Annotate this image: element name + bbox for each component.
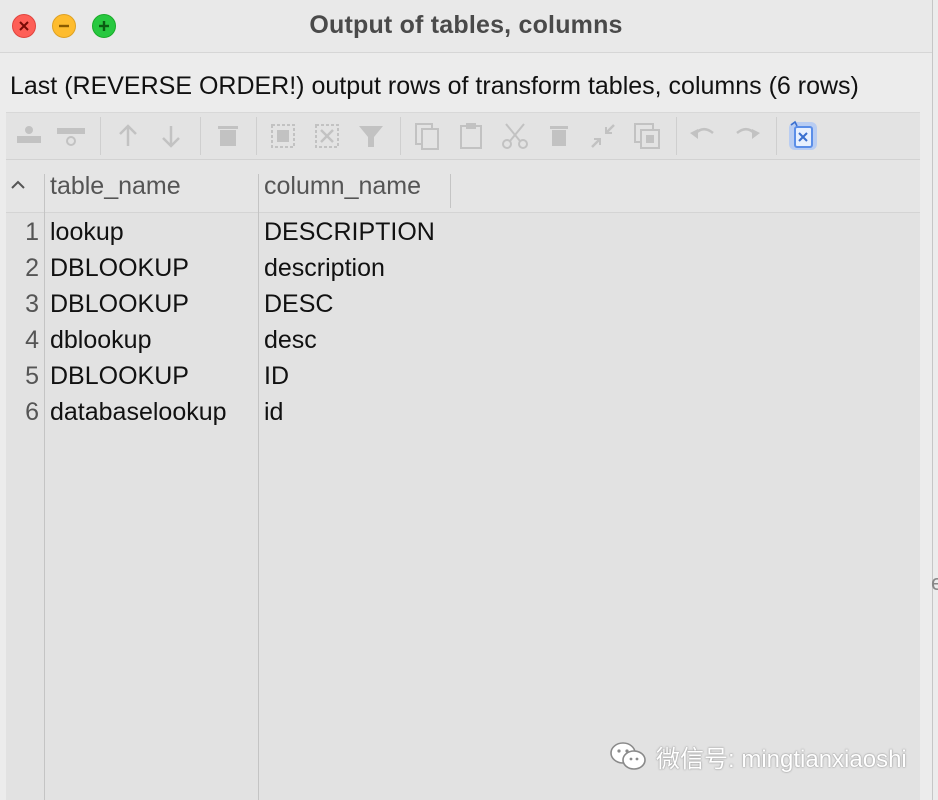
toolbar-separator <box>200 117 201 155</box>
background-window-glyph: e <box>931 570 938 595</box>
toolbar-separator <box>100 117 101 155</box>
delete-icon[interactable] <box>542 119 576 153</box>
shrink-icon[interactable] <box>586 119 620 153</box>
cell-table-name[interactable]: databaselookup <box>50 398 227 427</box>
sort-ascending-icon[interactable] <box>10 178 26 190</box>
filter-icon[interactable] <box>354 119 388 153</box>
toolbar-separator <box>676 117 677 155</box>
select-all-icon[interactable] <box>266 119 300 153</box>
table-row[interactable]: 3 DBLOOKUP DESC <box>6 286 920 322</box>
clear-selection-icon[interactable] <box>310 119 344 153</box>
undo-icon[interactable] <box>686 119 720 153</box>
cell-table-name[interactable]: DBLOOKUP <box>50 362 189 391</box>
toolbar-separator <box>776 117 777 155</box>
copy-icon[interactable] <box>410 119 444 153</box>
table-row[interactable]: 5 DBLOOKUP ID <box>6 358 920 394</box>
row-number: 5 <box>25 362 39 390</box>
table-row[interactable]: 6 databaselookup id <box>6 394 920 430</box>
cell-column-name[interactable]: DESCRIPTION <box>264 218 435 247</box>
results-table[interactable]: table_name column_name 1 lookup DESCRIPT… <box>6 160 920 800</box>
window-title: Output of tables, columns <box>309 11 623 39</box>
column-header-table-name[interactable]: table_name <box>50 172 181 201</box>
paste-icon[interactable] <box>454 119 488 153</box>
row-number: 4 <box>25 326 39 354</box>
row-number: 3 <box>25 290 39 318</box>
output-window: Output of tables, columns Last (REVERSE … <box>0 0 933 800</box>
cell-table-name[interactable]: DBLOOKUP <box>50 290 189 319</box>
column-header-column-name[interactable]: column_name <box>264 172 421 201</box>
cell-column-name[interactable]: DESC <box>264 290 333 319</box>
cell-table-name[interactable]: dblookup <box>50 326 151 355</box>
toolbar-separator <box>400 117 401 155</box>
row-number: 2 <box>25 254 39 282</box>
trash-icon[interactable] <box>211 119 245 153</box>
cell-table-name[interactable]: lookup <box>50 218 124 247</box>
export-excel-icon[interactable] <box>786 119 820 153</box>
delete-row-icon[interactable] <box>54 119 88 153</box>
toolbar-separator <box>256 117 257 155</box>
duplicate-icon[interactable] <box>630 119 664 153</box>
watermark: 微信号: mingtianxiaoshi <box>608 738 907 774</box>
cell-column-name[interactable]: id <box>264 398 283 427</box>
table-row[interactable]: 1 lookup DESCRIPTION <box>6 214 920 250</box>
table-row[interactable]: 2 DBLOOKUP description <box>6 250 920 286</box>
cut-icon[interactable] <box>498 119 532 153</box>
wechat-icon <box>610 742 646 770</box>
row-number: 6 <box>25 398 39 426</box>
table-row[interactable]: 4 dblookup desc <box>6 322 920 358</box>
column-resize-handle[interactable] <box>450 174 451 208</box>
cell-column-name[interactable]: description <box>264 254 385 283</box>
move-up-icon[interactable] <box>111 119 145 153</box>
redo-icon[interactable] <box>730 119 764 153</box>
row-number: 1 <box>25 218 39 246</box>
cell-table-name[interactable]: DBLOOKUP <box>50 254 189 283</box>
title-bar: Output of tables, columns <box>0 0 932 53</box>
table-header: table_name column_name <box>6 160 920 213</box>
move-down-icon[interactable] <box>154 119 188 153</box>
toolbar <box>6 112 920 160</box>
cell-column-name[interactable]: desc <box>264 326 317 355</box>
cell-column-name[interactable]: ID <box>264 362 289 391</box>
watermark-text: 微信号: mingtianxiaoshi <box>656 745 907 773</box>
output-info-text: Last (REVERSE ORDER!) output rows of tra… <box>10 72 859 100</box>
insert-row-icon[interactable] <box>12 119 46 153</box>
